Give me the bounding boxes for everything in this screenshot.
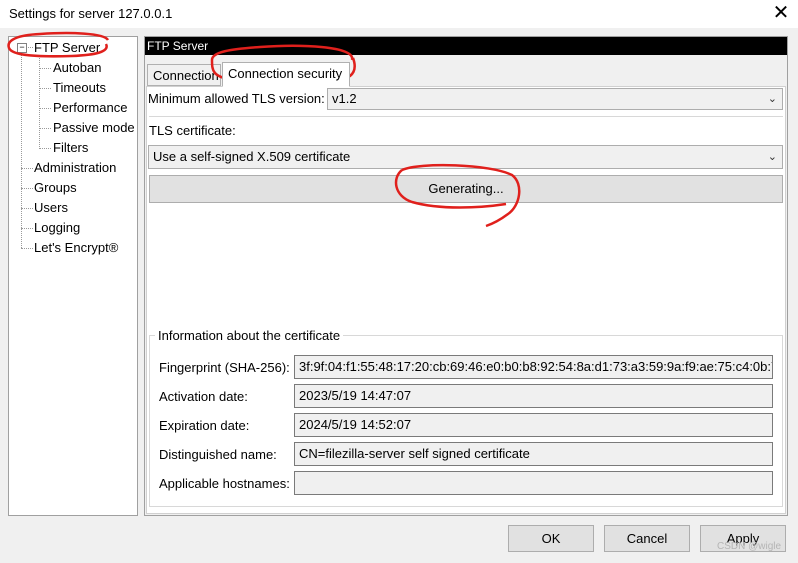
tree-item-passive-mode[interactable]: Passive mode — [53, 120, 135, 135]
distinguished-name-label: Distinguished name: — [159, 447, 277, 462]
activation-date-field[interactable]: 2023/5/19 14:47:07 — [294, 384, 773, 408]
close-icon[interactable]: ✕ — [770, 2, 792, 24]
expiration-date-label: Expiration date: — [159, 418, 250, 433]
tree-line — [39, 108, 51, 109]
tree-item-administration[interactable]: Administration — [34, 160, 116, 175]
panel-header: FTP Server — [145, 37, 787, 55]
window-title: Settings for server 127.0.0.1 — [9, 6, 173, 21]
certificate-info-title: Information about the certificate — [155, 328, 344, 343]
tree-line — [21, 208, 33, 209]
tab-connection-security[interactable]: Connection security — [222, 62, 350, 87]
tree-line — [26, 47, 33, 48]
collapse-icon[interactable]: − — [17, 43, 27, 53]
tree-line — [39, 68, 51, 69]
ok-button[interactable]: OK — [508, 525, 594, 552]
chevron-down-icon: ⌄ — [767, 151, 777, 163]
tls-certificate-select[interactable]: Use a self-signed X.509 certificate ⌄ — [148, 145, 783, 169]
tree-line — [39, 148, 51, 149]
tree-line — [39, 128, 51, 129]
watermark: CSDN @wigle — [717, 541, 782, 552]
tree-item-filters[interactable]: Filters — [53, 140, 88, 155]
distinguished-name-field[interactable]: CN=filezilla-server self signed certific… — [294, 442, 773, 466]
fingerprint-field[interactable]: 3f:9f:04:f1:55:48:17:20:cb:69:46:e0:b0:b… — [294, 355, 773, 379]
tree-item-autoban[interactable]: Autoban — [53, 60, 101, 75]
tab-connection[interactable]: Connection — [147, 64, 221, 86]
tree-item-performance[interactable]: Performance — [53, 100, 127, 115]
applicable-hostnames-field[interactable] — [294, 471, 773, 495]
tree-line — [39, 88, 51, 89]
fingerprint-label: Fingerprint (SHA-256): — [159, 360, 290, 375]
tree-line — [21, 53, 22, 248]
generate-certificate-button[interactable]: Generating... — [149, 175, 783, 203]
min-tls-select[interactable]: v1.2 ⌄ — [327, 88, 783, 110]
applicable-hostnames-label: Applicable hostnames: — [159, 476, 290, 491]
settings-tree[interactable]: − FTP Server Autoban Timeouts Performanc… — [8, 36, 138, 516]
divider — [149, 116, 783, 117]
tree-item-ftp-server[interactable]: FTP Server — [34, 40, 100, 55]
tree-line — [21, 168, 33, 169]
tree-line — [21, 228, 33, 229]
tls-certificate-label: TLS certificate: — [149, 123, 236, 138]
tree-item-lets-encrypt[interactable]: Let's Encrypt® — [34, 240, 118, 255]
tree-item-timeouts[interactable]: Timeouts — [53, 80, 106, 95]
min-tls-label: Minimum allowed TLS version: — [148, 91, 325, 106]
tree-line — [21, 188, 33, 189]
tree-line — [21, 248, 33, 249]
cancel-button[interactable]: Cancel — [604, 525, 690, 552]
chevron-down-icon: ⌄ — [767, 93, 777, 105]
activation-date-label: Activation date: — [159, 389, 248, 404]
tree-item-logging[interactable]: Logging — [34, 220, 80, 235]
tree-item-groups[interactable]: Groups — [34, 180, 77, 195]
min-tls-value: v1.2 — [332, 91, 357, 106]
expiration-date-field[interactable]: 2024/5/19 14:52:07 — [294, 413, 773, 437]
tls-certificate-value: Use a self-signed X.509 certificate — [153, 149, 351, 164]
tree-item-users[interactable]: Users — [34, 200, 68, 215]
